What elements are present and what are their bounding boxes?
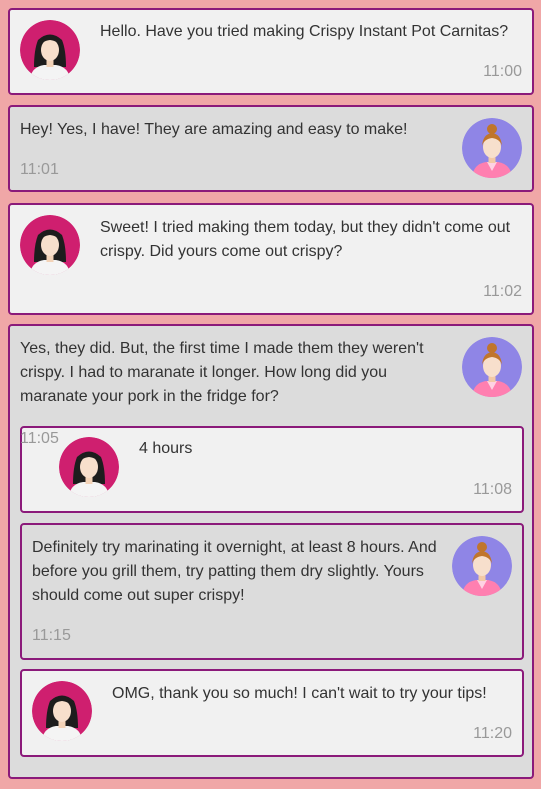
reply-card: OMG, thank you so much! I can't wait to … xyxy=(20,669,524,757)
message-card: Sweet! I tried making them today, but th… xyxy=(8,203,534,315)
message-time: 11:20 xyxy=(473,725,512,742)
message-card: Hey! Yes, I have! They are amazing and e… xyxy=(8,105,534,192)
message-time: 11:15 xyxy=(32,627,71,644)
message-time: 11:01 xyxy=(20,161,59,178)
message-time: 11:00 xyxy=(483,63,522,80)
message-text: Definitely try marinating it overnight, … xyxy=(32,539,437,604)
message-time: 11:05 xyxy=(20,430,59,447)
reply-card: 11:05 4 hours 11:08 xyxy=(20,426,524,513)
message-text: Hey! Yes, I have! They are amazing and e… xyxy=(20,121,408,138)
woman-bun-hair-avatar xyxy=(462,337,522,397)
woman-dark-hair-avatar xyxy=(59,437,119,497)
message-text: Hello. Have you tried making Crispy Inst… xyxy=(100,23,509,40)
reply-card: Definitely try marinating it overnight, … xyxy=(20,523,524,660)
woman-dark-hair-avatar xyxy=(20,20,80,80)
message-time: 11:02 xyxy=(483,283,522,300)
message-time: 11:08 xyxy=(473,481,512,498)
message-thread: Yes, they did. But, the first time I mad… xyxy=(8,324,534,779)
woman-bun-hair-avatar xyxy=(462,118,522,178)
woman-dark-hair-avatar xyxy=(20,215,80,275)
woman-bun-hair-avatar xyxy=(452,536,512,596)
message-text: Sweet! I tried making them today, but th… xyxy=(100,219,511,260)
message-card: Hello. Have you tried making Crispy Inst… xyxy=(8,8,534,95)
message-text: Yes, they did. But, the first time I mad… xyxy=(20,340,424,405)
message-text: OMG, thank you so much! I can't wait to … xyxy=(112,685,487,702)
message-text: 4 hours xyxy=(139,440,193,457)
woman-dark-hair-avatar xyxy=(32,681,92,741)
